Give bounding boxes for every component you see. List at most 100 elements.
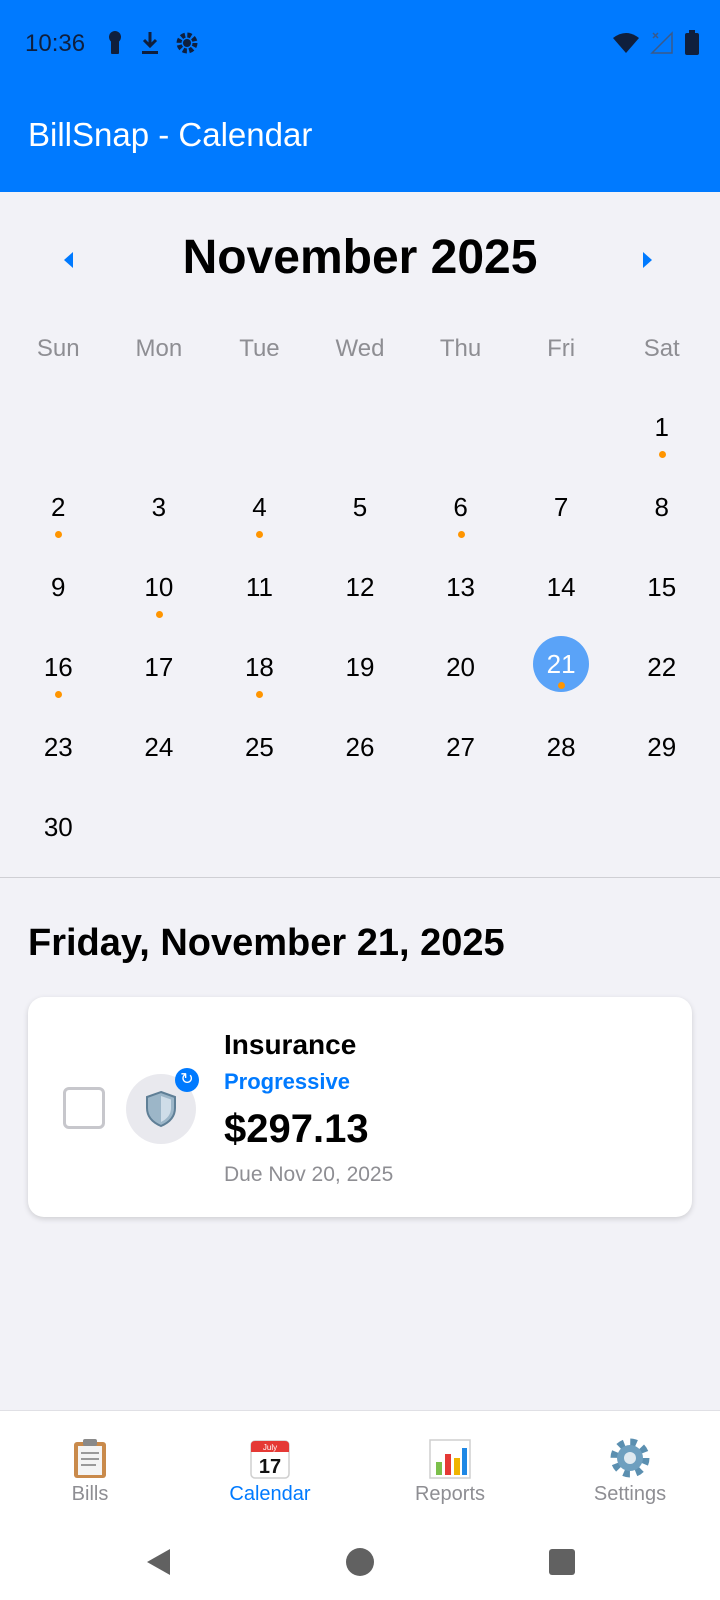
bill-card[interactable]: ↻ Insurance Progressive $297.13 Due Nov … bbox=[28, 997, 692, 1217]
bill-amount: $297.13 bbox=[224, 1107, 369, 1151]
day-number: 19 bbox=[345, 652, 375, 682]
recents-button[interactable] bbox=[542, 1542, 582, 1582]
next-month-button[interactable] bbox=[628, 240, 668, 280]
day-cell[interactable]: 25 bbox=[209, 700, 310, 780]
day-cell[interactable]: 15 bbox=[611, 540, 712, 620]
tab-label: Calendar bbox=[229, 1483, 311, 1505]
selected-day-cell[interactable]: 21 bbox=[511, 620, 612, 700]
day-cell[interactable]: 29 bbox=[611, 700, 712, 780]
empty-day-cell bbox=[511, 380, 612, 460]
app-bar: BillSnap - Calendar bbox=[0, 90, 720, 192]
day-number: 3 bbox=[151, 492, 167, 522]
gear-icon bbox=[176, 32, 198, 54]
recents-icon bbox=[549, 1549, 575, 1575]
bottom-tab-bar: Bills July 17 Calendar Reports Settings bbox=[0, 1410, 720, 1520]
day-cell[interactable]: 6 bbox=[410, 460, 511, 540]
day-number: 18 bbox=[244, 652, 274, 682]
day-cell[interactable]: 8 bbox=[611, 460, 712, 540]
bill-name: Insurance bbox=[224, 1029, 357, 1060]
weekday-label: Mon bbox=[135, 335, 183, 362]
day-cell[interactable]: 16 bbox=[8, 620, 109, 700]
day-number: 2 bbox=[51, 492, 66, 522]
tab-calendar[interactable]: July 17 Calendar bbox=[180, 1411, 360, 1520]
status-time: 10:36 bbox=[25, 30, 86, 57]
tab-label: Reports bbox=[414, 1483, 486, 1505]
battery-icon bbox=[685, 30, 699, 55]
calendar-icon-month: July bbox=[263, 1443, 277, 1452]
status-right-icons bbox=[612, 30, 700, 56]
back-button[interactable] bbox=[138, 1542, 178, 1582]
download-icon bbox=[142, 32, 158, 54]
weekday-label: Wed bbox=[335, 335, 385, 362]
tab-bills[interactable]: Bills bbox=[0, 1411, 180, 1520]
divider bbox=[0, 877, 720, 878]
weekday-label: Fri bbox=[547, 335, 576, 362]
bill-indicator-dot bbox=[55, 691, 63, 698]
caret-right-icon bbox=[643, 252, 652, 268]
tab-reports[interactable]: Reports bbox=[360, 1411, 540, 1520]
day-cell[interactable]: 7 bbox=[511, 460, 612, 540]
empty-day-cell bbox=[109, 380, 210, 460]
day-cell[interactable]: 17 bbox=[109, 620, 210, 700]
app-title: BillSnap - Calendar bbox=[28, 116, 313, 153]
tab-settings[interactable]: Settings bbox=[540, 1411, 720, 1520]
day-cell[interactable]: 14 bbox=[511, 540, 612, 620]
empty-day-cell bbox=[209, 380, 310, 460]
day-cell[interactable]: 24 bbox=[109, 700, 210, 780]
bill-paid-checkbox[interactable] bbox=[63, 1087, 105, 1129]
signal-icon bbox=[650, 31, 673, 54]
day-number: 20 bbox=[446, 652, 476, 682]
day-number: 12 bbox=[345, 572, 375, 602]
back-icon bbox=[147, 1549, 170, 1575]
calendar-icon: July 17 bbox=[250, 1440, 290, 1479]
day-cell[interactable]: 1 bbox=[611, 380, 712, 460]
day-cell[interactable]: 28 bbox=[511, 700, 612, 780]
day-cell[interactable]: 13 bbox=[410, 540, 511, 620]
day-number: 11 bbox=[245, 572, 273, 602]
day-cell[interactable]: 30 bbox=[8, 780, 109, 860]
day-cell[interactable]: 19 bbox=[310, 620, 411, 700]
bill-indicator-dot bbox=[256, 531, 264, 538]
empty-day-cell bbox=[8, 380, 109, 460]
bill-indicator-dot bbox=[155, 611, 163, 618]
weekday-label: Tue bbox=[239, 335, 280, 362]
bill-payee: Progressive bbox=[224, 1069, 350, 1094]
day-cell[interactable]: 22 bbox=[611, 620, 712, 700]
day-number: 10 bbox=[144, 572, 174, 602]
bill-indicator-dot bbox=[457, 531, 465, 538]
day-number: 27 bbox=[446, 732, 476, 762]
day-cell[interactable]: 3 bbox=[109, 460, 210, 540]
home-button[interactable] bbox=[340, 1542, 380, 1582]
selected-date-heading: Friday, November 21, 2025 bbox=[28, 922, 505, 964]
day-number: 17 bbox=[144, 652, 174, 682]
day-number: 14 bbox=[546, 572, 576, 602]
day-cell[interactable]: 20 bbox=[410, 620, 511, 700]
day-cell[interactable]: 26 bbox=[310, 700, 411, 780]
day-cell[interactable]: 11 bbox=[209, 540, 310, 620]
weekday-label: Sat bbox=[643, 335, 680, 362]
status-bar: 10:36 bbox=[0, 0, 720, 90]
day-cell[interactable]: 23 bbox=[8, 700, 109, 780]
day-number: 26 bbox=[345, 732, 375, 762]
day-cell[interactable]: 10 bbox=[109, 540, 210, 620]
bill-indicator-dot bbox=[256, 691, 264, 698]
bill-due-date: Due Nov 20, 2025 bbox=[224, 1163, 394, 1186]
day-number: 1 bbox=[654, 412, 669, 442]
day-cell[interactable]: 2 bbox=[8, 460, 109, 540]
day-cell[interactable]: 18 bbox=[209, 620, 310, 700]
day-number: 15 bbox=[647, 572, 677, 602]
system-navigation-bar bbox=[0, 1520, 720, 1600]
day-cell[interactable]: 5 bbox=[310, 460, 411, 540]
day-number: 30 bbox=[43, 812, 73, 842]
day-cell[interactable]: 9 bbox=[8, 540, 109, 620]
tab-label: Bills bbox=[71, 1483, 109, 1505]
day-cell[interactable]: 27 bbox=[410, 700, 511, 780]
day-number: 7 bbox=[553, 492, 569, 522]
day-cell[interactable]: 12 bbox=[310, 540, 411, 620]
day-cell[interactable]: 4 bbox=[209, 460, 310, 540]
bar-chart-icon bbox=[429, 1439, 471, 1479]
weekday-label: Sun bbox=[36, 335, 80, 362]
month-title: November 2025 bbox=[182, 231, 538, 284]
bill-indicator-dot bbox=[55, 531, 63, 538]
gear-icon bbox=[610, 1438, 650, 1478]
